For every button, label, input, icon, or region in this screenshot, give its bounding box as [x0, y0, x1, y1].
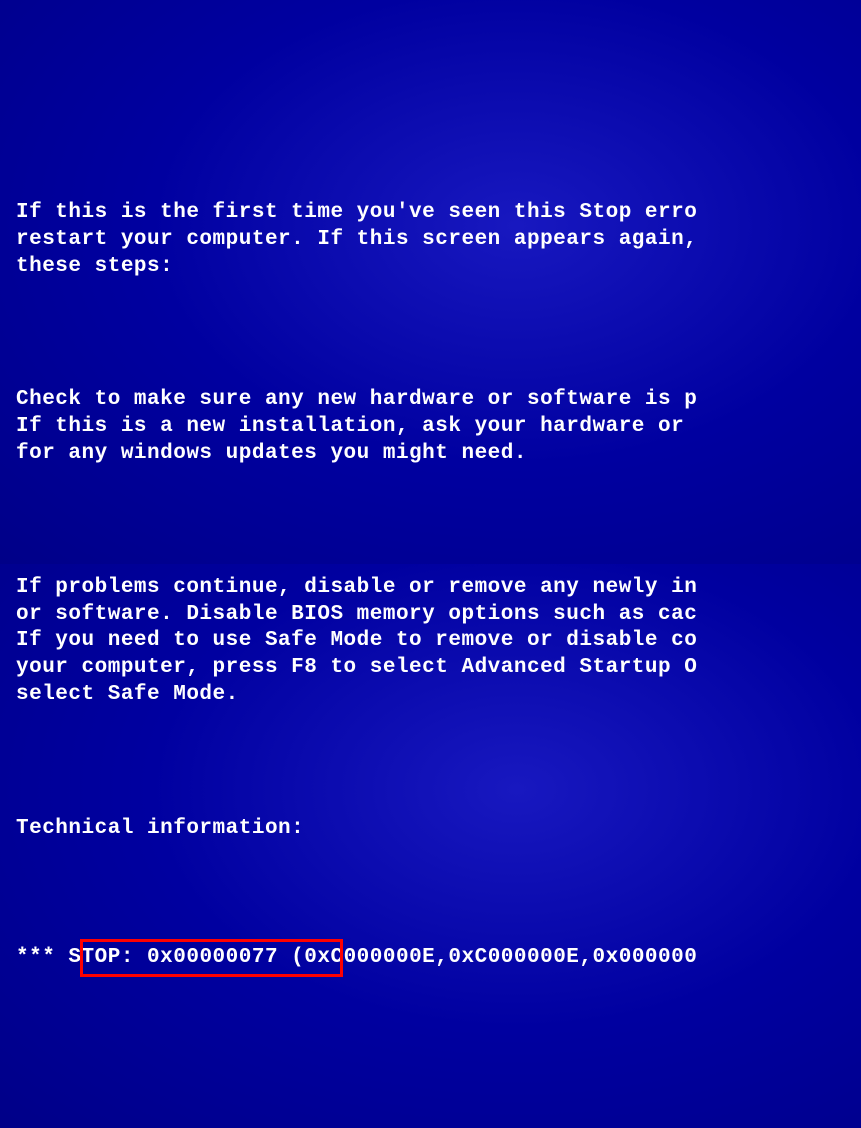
bsod-paragraph-3: If problems continue, disable or remove …: [16, 575, 861, 709]
bsod-screen: If this is the first time you've seen th…: [16, 120, 861, 1080]
stop-prefix: ***: [16, 946, 68, 969]
stop-code-line: *** STOP: 0x00000077 (0xC000000E,0xC0000…: [16, 945, 861, 1026]
bsod-paragraph-1: If this is the first time you've seen th…: [16, 200, 861, 281]
stop-parameters: (0xC000000E,0xC000000E,0x000000: [278, 946, 697, 969]
bsod-paragraph-2: Check to make sure any new hardware or s…: [16, 387, 861, 468]
stop-code: STOP: 0x00000077: [68, 946, 278, 969]
technical-information-header: Technical information:: [16, 816, 861, 843]
